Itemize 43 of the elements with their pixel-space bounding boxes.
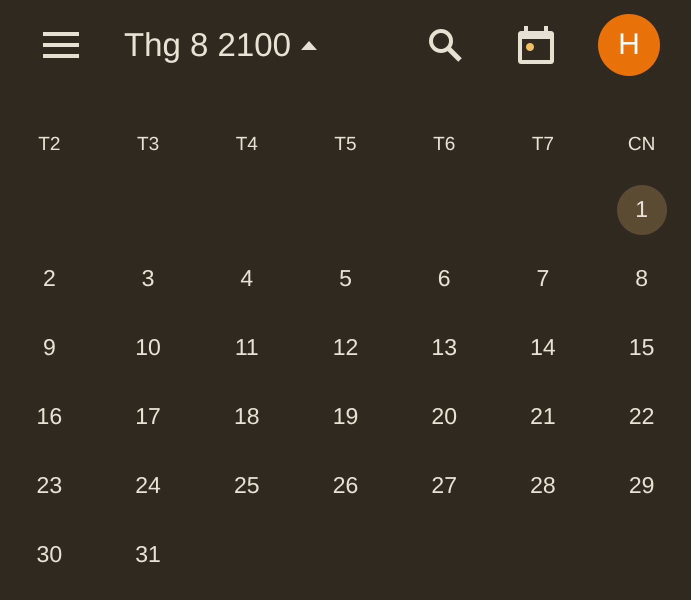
day-button[interactable]: 24 bbox=[123, 460, 174, 510]
weekday-label: T7 bbox=[532, 135, 554, 155]
day-button[interactable]: 3 bbox=[123, 254, 174, 304]
day-button[interactable]: 6 bbox=[419, 254, 470, 304]
day-button[interactable]: 4 bbox=[222, 254, 272, 304]
day-button[interactable]: 29 bbox=[616, 460, 667, 510]
day-button[interactable]: 17 bbox=[123, 392, 174, 442]
day-button[interactable]: 30 bbox=[24, 530, 74, 580]
day-button[interactable]: 16 bbox=[24, 392, 74, 442]
weekday-label: T4 bbox=[236, 135, 258, 155]
day-button[interactable]: 5 bbox=[320, 254, 370, 304]
day-button[interactable]: 18 bbox=[222, 392, 272, 442]
day-button[interactable]: 7 bbox=[518, 254, 568, 304]
day-button[interactable]: 23 bbox=[24, 460, 74, 510]
calendar-icon[interactable] bbox=[518, 26, 554, 64]
day-button[interactable]: 25 bbox=[222, 460, 272, 510]
weekday-label: T5 bbox=[334, 135, 357, 155]
day-button[interactable]: 28 bbox=[518, 460, 568, 510]
day-button[interactable]: 19 bbox=[320, 392, 370, 442]
day-button[interactable]: 11 bbox=[222, 322, 272, 372]
day-button[interactable]: 20 bbox=[419, 392, 470, 442]
day-button[interactable]: 26 bbox=[320, 460, 370, 510]
caret-icon[interactable] bbox=[300, 40, 317, 50]
day-button[interactable]: 2 bbox=[24, 254, 74, 304]
month-title[interactable]: Thg 8 2100 bbox=[124, 25, 291, 65]
day-button[interactable]: 21 bbox=[518, 392, 568, 442]
day-button[interactable]: 9 bbox=[24, 322, 74, 372]
day-button[interactable]: 31 bbox=[123, 530, 174, 580]
day-button[interactable]: 15 bbox=[616, 322, 667, 372]
day-button[interactable]: 14 bbox=[518, 322, 568, 372]
day-button[interactable]: 8 bbox=[616, 254, 667, 304]
search-icon[interactable] bbox=[428, 28, 462, 62]
day-button[interactable]: 1 bbox=[616, 184, 667, 234]
day-button[interactable]: 27 bbox=[419, 460, 470, 510]
menu-icon[interactable] bbox=[43, 32, 79, 58]
day-button[interactable]: 12 bbox=[320, 322, 370, 372]
weekday-label: T3 bbox=[136, 135, 160, 155]
weekday-label: T2 bbox=[38, 135, 60, 155]
day-button[interactable]: 13 bbox=[419, 322, 470, 372]
weekday-label: CN bbox=[628, 135, 656, 155]
day-button[interactable]: 22 bbox=[616, 392, 667, 442]
day-button[interactable]: 10 bbox=[123, 322, 174, 372]
weekday-label: T6 bbox=[433, 135, 456, 155]
